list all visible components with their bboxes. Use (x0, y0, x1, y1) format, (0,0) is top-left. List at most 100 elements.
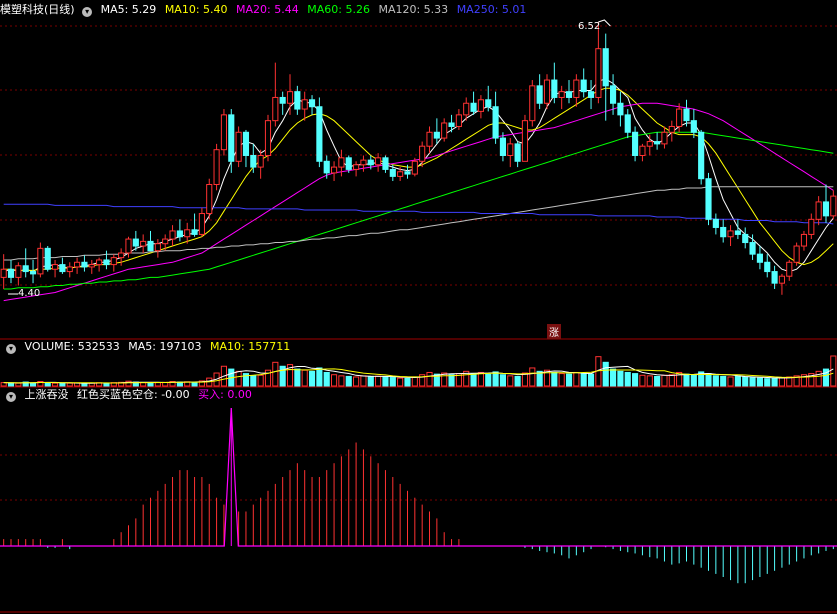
volume-bar-down (316, 367, 323, 387)
volume-bar-down (551, 371, 558, 387)
candle-up (558, 91, 565, 98)
candle-down (448, 122, 455, 127)
volume-header: ▾ VOLUME: 532533 MA5: 197103 MA10: 15771… (0, 339, 295, 355)
candle-down (470, 102, 477, 112)
volume-bar-down (367, 375, 374, 387)
volume-bar-up (411, 376, 418, 387)
candle-up (37, 247, 44, 275)
volume-bar-down (308, 370, 316, 387)
candle-down (565, 91, 573, 98)
volume-bar-up (529, 367, 536, 387)
volume-bar-down (720, 375, 727, 387)
candle-down (7, 268, 15, 278)
volume-bar-down (617, 370, 624, 387)
volume-bar-down (345, 375, 352, 387)
candle-up (800, 233, 808, 247)
candle-down (323, 160, 330, 174)
volume-bar-up (778, 377, 786, 387)
candle-up (668, 125, 675, 133)
volume-bar-down (29, 382, 37, 387)
volume-bar-up (353, 376, 360, 387)
candle-up (353, 164, 360, 170)
volume-bar-down (565, 373, 573, 387)
candle-up (529, 85, 536, 122)
candle-down (624, 114, 631, 133)
candle-down (29, 271, 37, 275)
candle-up (375, 157, 382, 166)
candle-up (198, 213, 205, 235)
candle-up (595, 48, 602, 98)
volume-bar-down (7, 382, 15, 387)
candle-down (279, 96, 286, 104)
candle-up (397, 171, 404, 177)
volume-bar-up (338, 375, 345, 387)
candle-down (734, 230, 741, 235)
low-price-label: 4.40 (18, 288, 41, 299)
volume-bar-up (639, 374, 646, 387)
volume-bar-down (683, 373, 690, 387)
candle-up (676, 108, 683, 127)
volume-bar-up (301, 369, 308, 387)
candle-down (683, 108, 690, 122)
candle-up (426, 131, 433, 147)
volume-bar-down (712, 375, 719, 387)
volume-bar-up (477, 371, 484, 387)
volume-bar-down (191, 381, 198, 387)
price-header: 模塑科技(日线) ▾ MA5: 5.29 MA10: 5.40 MA20: 5.… (0, 2, 531, 18)
candle-up (125, 238, 132, 254)
volume-bar-down (654, 375, 661, 387)
candle-up (411, 160, 418, 175)
volume-settings-icon[interactable]: ▾ (6, 344, 16, 354)
candle-down (59, 264, 66, 273)
candle-down (756, 253, 763, 263)
candle-up (661, 131, 668, 145)
candle-up (815, 201, 822, 220)
candle-down (308, 99, 316, 108)
volume-bar-down (632, 373, 639, 387)
candle-down (316, 106, 323, 162)
candle-up (573, 79, 580, 98)
candle-down (176, 230, 183, 238)
volume-bar-up (257, 374, 264, 387)
volume-bar-down (382, 376, 389, 387)
candle-down (822, 201, 830, 217)
candle-up (793, 245, 800, 263)
volume-bar-down (59, 382, 66, 387)
candle-up (162, 238, 169, 245)
volume-bar-down (294, 368, 301, 387)
candle-down (367, 159, 374, 166)
candle-down (81, 261, 88, 268)
candle-down (242, 131, 250, 156)
indicator-settings-icon[interactable]: ▾ (6, 392, 16, 402)
settings-circle-icon[interactable]: ▾ (82, 7, 93, 17)
candle-up (140, 240, 147, 247)
candle-down (294, 91, 301, 110)
candle-up (213, 149, 220, 186)
volume-bar-up (360, 375, 367, 387)
volume-bar-down (734, 375, 741, 387)
volume-bar-down (602, 361, 609, 387)
volume-bar-up (272, 361, 279, 387)
candle-down (103, 259, 110, 266)
candle-up (154, 243, 161, 252)
candle-down (536, 85, 543, 104)
volume-bar-down (742, 376, 749, 387)
candle-down (720, 226, 727, 238)
volume-bar-down (705, 373, 712, 387)
volume-bar-down (44, 382, 51, 387)
candle-down (602, 48, 609, 87)
volume-bar-down (690, 374, 697, 387)
candle-up (477, 99, 484, 112)
candle-up (727, 230, 734, 238)
candle-down (771, 271, 778, 284)
candle-up (441, 122, 448, 139)
candle-up (88, 264, 95, 268)
candle-down (698, 131, 705, 180)
candle-down (764, 261, 771, 273)
indicator-line (0, 407, 837, 547)
ma250-value: MA250: 5.01 (456, 3, 527, 16)
candle-up (272, 96, 279, 122)
chart-canvas (0, 19, 837, 613)
volume-bar-down (771, 377, 778, 387)
signal-rise-label[interactable]: 涨 (547, 324, 561, 339)
